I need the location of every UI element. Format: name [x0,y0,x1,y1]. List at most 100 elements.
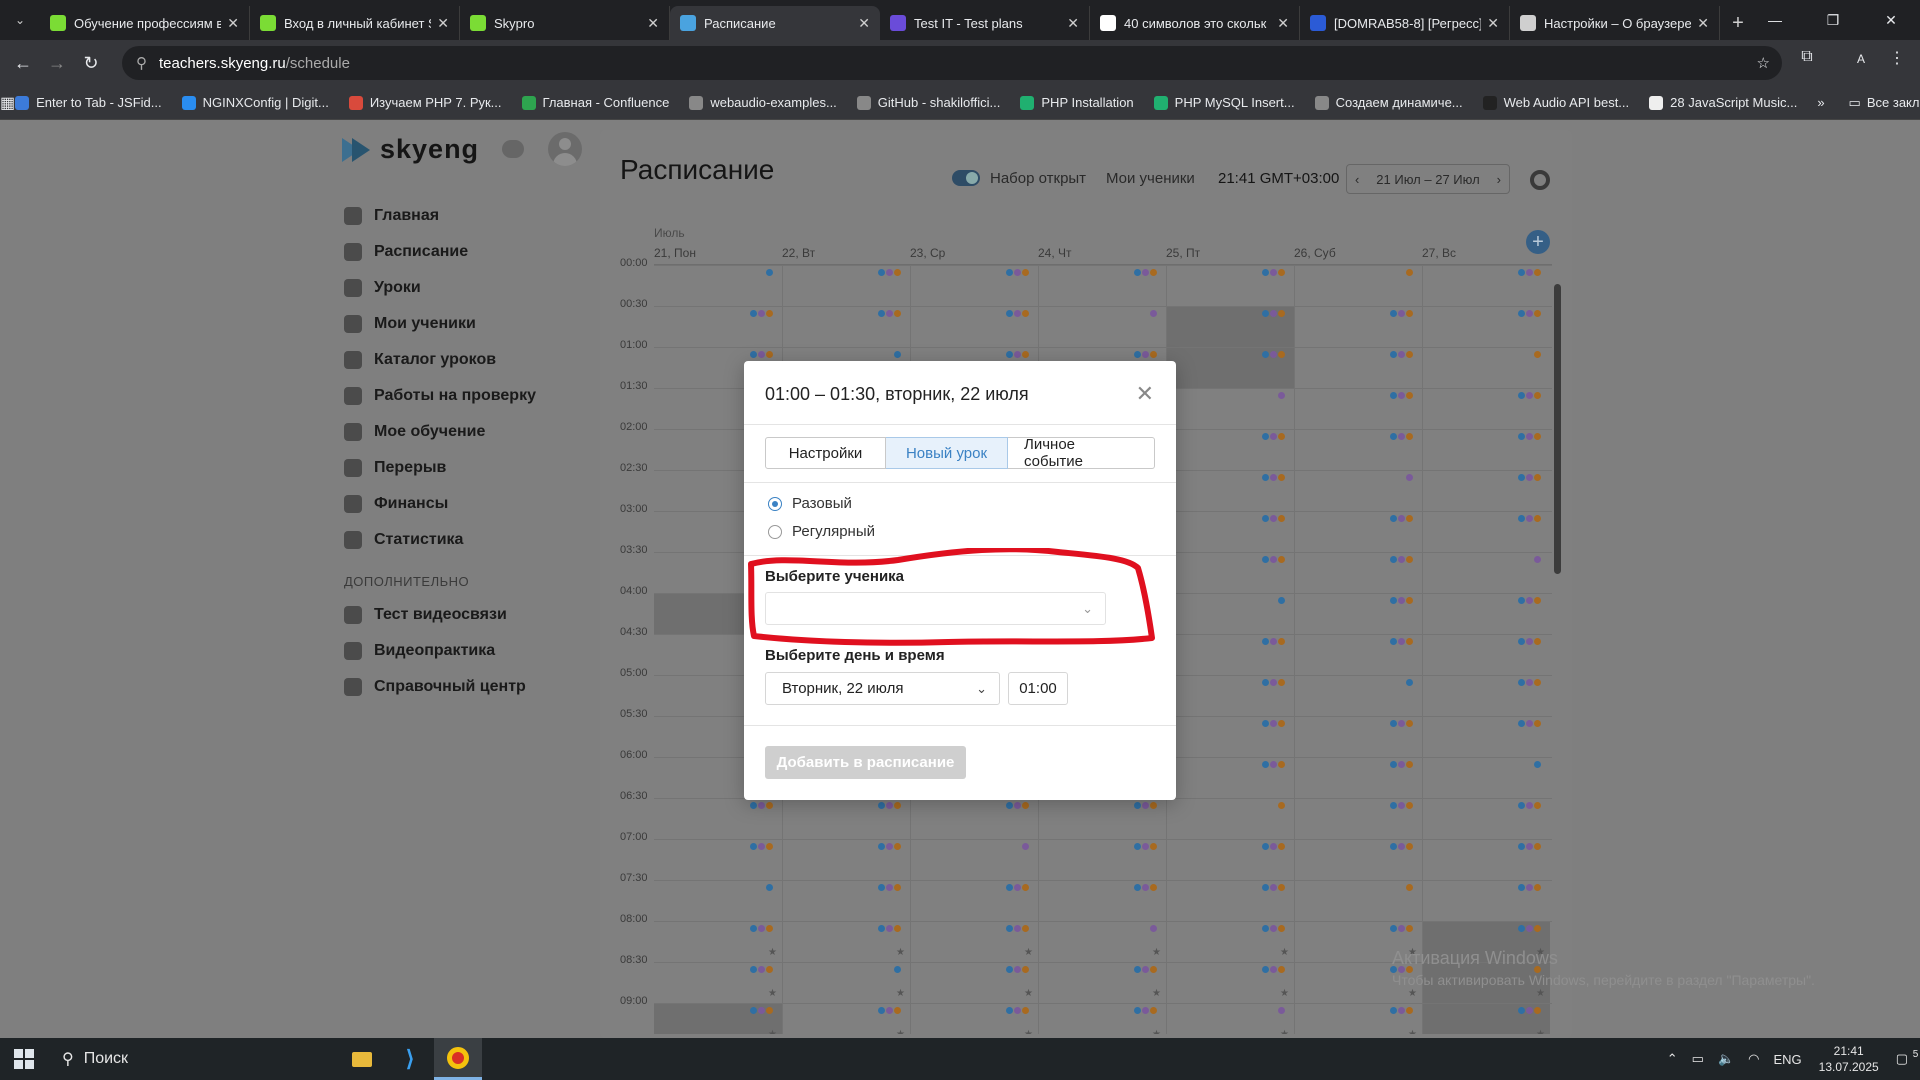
bookmark-item[interactable]: Изучаем PHP 7. Рук... [348,95,502,110]
add-to-schedule-button[interactable]: Добавить в расписание [765,746,966,779]
close-tab-icon[interactable]: ✕ [858,15,870,32]
bookmark-item[interactable]: Enter to Tab - JSFid... [15,95,162,110]
my-students-link[interactable]: Мои ученики [1106,170,1195,187]
browser-tab[interactable]: Настройки – О браузере ✕ [1510,6,1720,40]
site-info-icon[interactable]: ⚲ [136,54,147,72]
browser-tab[interactable]: Вход в личный кабинет S ✕ [250,6,460,40]
language-indicator[interactable]: ENG [1773,1052,1801,1067]
slot-dot [894,884,901,891]
sidebar-item[interactable]: Мое обучение [344,414,536,450]
bookmark-item[interactable]: Web Audio API best... [1482,95,1629,110]
bookmark-item[interactable]: PHP MySQL Insert... [1153,95,1295,110]
tab-personal-event[interactable]: Личное событие [1008,436,1155,470]
radio-once[interactable]: Разовый [768,495,852,512]
sidebar-item[interactable]: Каталог уроков [344,342,536,378]
add-event-button[interactable]: + [1526,230,1550,254]
close-tab-icon[interactable]: ✕ [437,15,449,32]
chat-icon[interactable] [502,140,524,158]
sidebar-item[interactable]: Справочный центр [344,669,536,705]
radio-regular[interactable]: Регулярный [768,523,875,540]
recruit-toggle[interactable] [952,170,980,186]
restore-button[interactable]: ❐ [1804,0,1862,40]
bookmark-item[interactable]: webaudio-examples... [689,95,837,110]
sidebar-item[interactable]: Расписание [344,234,536,270]
more-bookmarks-icon[interactable]: » [1817,95,1824,110]
sidebar-item[interactable]: Главная [344,198,536,234]
browser-tab[interactable]: [DOMRAB58-8] [Регресс] ✕ [1300,6,1510,40]
sidebar-item[interactable]: Работы на проверку [344,378,536,414]
close-tab-icon[interactable]: ✕ [1277,15,1289,32]
browser-tab[interactable]: Test IT - Test plans ✕ [880,6,1090,40]
browser-tab[interactable]: Обучение профессиям в ✕ [40,6,250,40]
bookmark-item[interactable]: GitHub - shakiloffici... [856,95,1000,110]
slot-dot [1022,1007,1029,1014]
time-input[interactable]: 01:00 [1008,672,1068,705]
apps-grid-icon[interactable]: ▦ [0,93,15,113]
notification-icon[interactable]: ▢ 5 [1896,1049,1919,1067]
sidebar-item[interactable]: Уроки [344,270,536,306]
browser-tab[interactable]: Skypro ✕ [460,6,670,40]
bookmark-item[interactable]: Главная - Confluence [521,95,669,110]
browser-tab[interactable]: Расписание ✕ [670,6,880,40]
prev-week-icon[interactable]: ‹ [1355,172,1359,187]
scrollbar-thumb[interactable] [1554,284,1561,574]
tray-chevron-icon[interactable]: ⌃ [1667,1051,1678,1067]
sidebar-item[interactable]: Тест видеосвязи [344,597,536,633]
bookmark-item[interactable]: PHP Installation [1020,95,1134,110]
clock[interactable]: 21:41 13.07.2025 [1819,1043,1879,1075]
all-bookmarks-link[interactable]: ▭ Все закладки [1849,95,1920,111]
back-button[interactable]: ← [6,53,40,74]
close-window-button[interactable]: ✕ [1862,0,1920,40]
sidebar-item[interactable]: Видеопрактика [344,633,536,669]
sidebar-item[interactable]: Статистика [344,522,536,558]
battery-icon[interactable]: ▭ [1692,1051,1704,1067]
day-select[interactable]: Вторник, 22 июля ⌄ [765,672,1000,705]
chrome-icon[interactable] [434,1038,482,1080]
close-icon[interactable]: ✕ [1136,381,1154,407]
profile-avatar[interactable]: A [1846,52,1876,66]
close-tab-icon[interactable]: ✕ [647,15,659,32]
tab-settings[interactable]: Настройки [765,437,886,469]
close-tab-icon[interactable]: ✕ [1697,15,1709,32]
next-week-icon[interactable]: › [1497,172,1501,187]
extensions-icon[interactable]: ⧉ [1792,48,1822,66]
tab-new-lesson[interactable]: Новый урок [886,437,1008,469]
sidebar-item[interactable]: Финансы [344,486,536,522]
taskbar-search[interactable]: ⚲ Поиск [48,1038,338,1080]
schedule-scrollbar[interactable] [1552,258,1562,1038]
browser-tab[interactable]: 40 символов это скольк ✕ [1090,6,1300,40]
skyeng-logo[interactable]: skyeng [342,134,479,165]
slot-dot [1390,597,1397,604]
sidebar-item[interactable]: Мои ученики [344,306,536,342]
address-bar[interactable]: ⚲ teachers.skyeng.ru/schedule ☆ [122,46,1782,80]
slot-dot [1022,884,1029,891]
close-tab-icon[interactable]: ✕ [1487,15,1499,32]
close-tab-icon[interactable]: ✕ [1067,15,1079,32]
tab-search-button[interactable]: ⌄ [0,0,40,40]
sidebar-item[interactable]: Перерыв [344,450,536,486]
volume-icon[interactable]: 🔈 [1718,1051,1734,1067]
bookmark-star-icon[interactable]: ☆ [1757,54,1770,72]
vscode-icon[interactable]: ⟩ [386,1038,434,1080]
bookmark-item[interactable]: 28 JavaScript Music... [1649,95,1797,110]
slot-dot [1134,351,1141,358]
windows-start-icon[interactable] [0,1038,48,1080]
browser-menu-icon[interactable]: ⋮ [1882,48,1912,68]
network-icon[interactable]: ◠ [1748,1051,1759,1067]
slot-dot [750,351,757,358]
forward-button[interactable]: → [40,53,74,74]
close-tab-icon[interactable]: ✕ [227,15,239,32]
gear-icon[interactable] [1530,170,1550,190]
slot-dot [1270,884,1277,891]
avatar[interactable] [548,132,582,166]
day-header: 27, Вс [1422,246,1457,260]
file-explorer-icon[interactable] [338,1038,386,1080]
bookmark-favicon-icon [1314,95,1329,110]
minimize-button[interactable]: — [1746,0,1804,40]
slot-dot [1262,720,1269,727]
sidebar-item-label: Уроки [374,279,421,296]
bookmark-item[interactable]: NGINXConfig | Digit... [181,95,329,110]
bookmark-item[interactable]: Создаем динамиче... [1314,95,1463,110]
slot-dot [1022,925,1029,932]
reload-button[interactable]: ↻ [74,53,108,74]
